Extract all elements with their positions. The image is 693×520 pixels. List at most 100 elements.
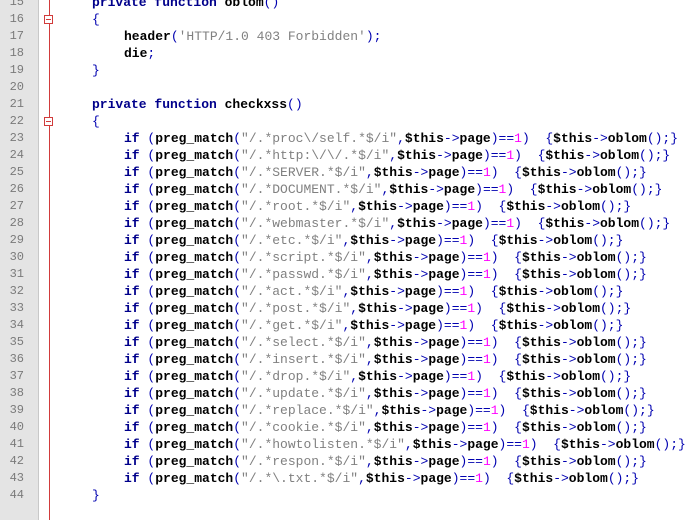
code-token: ) — [490, 352, 507, 367]
code-token: { — [506, 250, 522, 265]
code-token: { — [529, 216, 546, 231]
function-name: preg_match — [155, 369, 234, 384]
code-line[interactable]: 16 { — [0, 11, 693, 28]
code-token: ( — [233, 199, 242, 214]
code-token: ( — [233, 471, 242, 486]
code-token: )== — [498, 437, 522, 452]
code-line[interactable]: 41 if (preg_match("/.*howtolisten.*$/i",$… — [0, 436, 693, 453]
variable: $this — [521, 454, 561, 469]
function-name: preg_match — [155, 403, 234, 418]
code-token: { — [521, 182, 538, 197]
code-line[interactable]: 44} — [0, 487, 693, 504]
code-token: -> — [397, 369, 413, 384]
line-text: if (preg_match("/.*etc.*$/i",$this->page… — [124, 232, 623, 249]
function-name: preg_match — [155, 471, 234, 486]
code-line[interactable]: 24 if (preg_match("/.*http:\/\/.*$/i",$th… — [0, 147, 693, 164]
code-token: , — [365, 454, 374, 469]
variable: $this — [545, 148, 585, 163]
variable: $this — [412, 437, 452, 452]
code-token: (); — [639, 148, 663, 163]
code-line[interactable]: 38 if (preg_match("/.*update.*$/i",$this-… — [0, 385, 693, 402]
code-token: } — [639, 250, 647, 265]
fold-collapse-icon[interactable] — [44, 117, 53, 126]
code-token: (); — [615, 420, 640, 435]
code-line[interactable]: 18 die; — [0, 45, 693, 62]
code-line[interactable]: 15 private function oblom() — [0, 0, 693, 11]
code-line[interactable]: 43 if (preg_match("/.*\.txt.*$/i",$this->… — [0, 470, 693, 487]
code-line[interactable]: 34 if (preg_match("/.*get.*$/i",$this->pa… — [0, 317, 693, 334]
code-line[interactable]: 17 header('HTTP/1.0 403 Forbidden'); — [0, 28, 693, 45]
variable: $this — [350, 318, 390, 333]
code-area[interactable]: 15 private function oblom() 16{17 header('H… — [0, 0, 693, 504]
code-line[interactable]: 28 if (preg_match("/.*webmaster.*$/i",$th… — [0, 215, 693, 232]
code-line[interactable]: 19} — [0, 62, 693, 79]
code-line[interactable]: 25 if (preg_match("/.*SERVER.*$/i",$this-… — [0, 164, 693, 181]
line-text: { — [92, 113, 100, 130]
regex-string: "/.*etc.*$/i" — [241, 233, 343, 248]
code-editor[interactable]: 15 private function oblom() 16{17 header('H… — [0, 0, 693, 520]
code-token: -> — [389, 284, 405, 299]
function-name: preg_match — [155, 131, 234, 146]
code-line[interactable]: 35 if (preg_match("/.*select.*$/i",$this-… — [0, 334, 693, 351]
variable: $this — [373, 352, 413, 367]
line-number: 34 — [9, 318, 24, 332]
code-token: -> — [397, 301, 413, 316]
variable: $this — [373, 250, 413, 265]
code-line[interactable]: 39 if (preg_match("/.*replace.*$/i",$this… — [0, 402, 693, 419]
code-token: )== — [459, 165, 483, 180]
variable: $this — [373, 267, 413, 282]
regex-string: "/.*DOCUMENT.*$/i" — [241, 182, 382, 197]
code-token: -> — [560, 267, 577, 282]
code-line[interactable]: 42 if (preg_match("/.*respon.*$/i",$this-… — [0, 453, 693, 470]
code-token: ) — [475, 369, 491, 384]
function-name: preg_match — [155, 148, 234, 163]
property: page — [412, 199, 444, 214]
regex-string: "/.*script.*$/i" — [241, 250, 366, 265]
code-token: ( — [233, 148, 242, 163]
line-text: if (preg_match("/.*http:\/\/.*$/i",$this… — [124, 147, 670, 164]
line-text: if (preg_match("/.*root.*$/i",$this->pag… — [124, 198, 631, 215]
code-line[interactable]: 30 if (preg_match("/.*script.*$/i",$this-… — [0, 249, 693, 266]
variable: $this — [358, 369, 398, 384]
keyword-if: if — [124, 403, 148, 418]
code-line[interactable]: 40 if (preg_match("/.*cookie.*$/i",$this-… — [0, 419, 693, 436]
code-token: ( — [233, 165, 242, 180]
line-number: 21 — [9, 97, 24, 111]
regex-string: "/.*respon.*$/i" — [241, 454, 366, 469]
code-token: { — [490, 369, 507, 384]
code-line[interactable]: 22 { — [0, 113, 693, 130]
code-token: { — [498, 471, 515, 486]
code-line[interactable]: 32 if (preg_match("/.*act.*$/i",$this->pa… — [0, 283, 693, 300]
fold-collapse-icon[interactable] — [44, 15, 53, 24]
property: page — [459, 131, 491, 146]
line-text: } — [92, 487, 100, 504]
code-line[interactable]: 33 if (preg_match("/.*post.*$/i",$this->p… — [0, 300, 693, 317]
code-token: { — [529, 148, 546, 163]
code-line[interactable]: 23 if (preg_match("/.*proc\/self.*$/i",$t… — [0, 130, 693, 147]
code-line[interactable]: 29 if (preg_match("/.*etc.*$/i",$this->pa… — [0, 232, 693, 249]
code-token: )== — [436, 233, 460, 248]
code-line[interactable]: 20 — [0, 79, 693, 96]
regex-string: "/.*\.txt.*$/i" — [241, 471, 359, 486]
code-token: -> — [412, 386, 429, 401]
regex-string: "/.*cookie.*$/i" — [241, 420, 366, 435]
variable: $this — [358, 199, 398, 214]
code-line[interactable]: 36 if (preg_match("/.*insert.*$/i",$this-… — [0, 351, 693, 368]
code-token: (); — [654, 437, 679, 452]
code-token: ( — [233, 301, 242, 316]
keyword-if: if — [124, 386, 148, 401]
code-token: -> — [560, 250, 577, 265]
line-number: 30 — [9, 250, 24, 264]
line-number: 27 — [9, 199, 24, 213]
code-line[interactable]: 27 if (preg_match("/.*root.*$/i",$this->p… — [0, 198, 693, 215]
code-token: -> — [420, 403, 437, 418]
regex-string: "/.*post.*$/i" — [241, 301, 351, 316]
code-line[interactable]: 26 if (preg_match("/.*DOCUMENT.*$/i",$thi… — [0, 181, 693, 198]
method-name: oblom — [560, 369, 600, 384]
number: 1 — [521, 437, 530, 452]
number: 1 — [482, 335, 491, 350]
variable: $this — [521, 352, 561, 367]
code-line[interactable]: 31 if (preg_match("/.*passwd.*$/i",$this-… — [0, 266, 693, 283]
code-line[interactable]: 21 private function checkxss() — [0, 96, 693, 113]
code-line[interactable]: 37 if (preg_match("/.*drop.*$/i",$this->p… — [0, 368, 693, 385]
